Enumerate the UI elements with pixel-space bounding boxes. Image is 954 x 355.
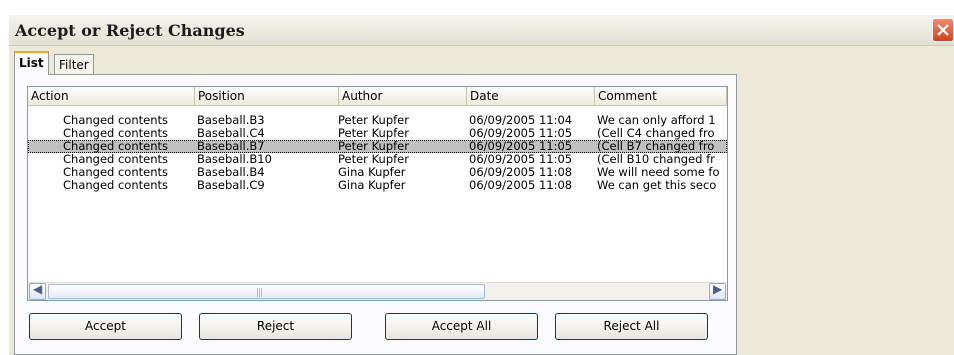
horizontal-scrollbar[interactable]: ◀ ||| ▶ xyxy=(28,282,727,300)
cell-comment: (Cell C4 changed fro xyxy=(597,127,715,140)
cell-comment: (Cell B10 changed fr xyxy=(597,153,715,166)
table-row[interactable]: Changed contents Baseball.C9 Gina Kupfer 06… xyxy=(28,179,727,192)
cell-action: Changed contents xyxy=(63,179,169,192)
reject-all-button[interactable]: Reject All xyxy=(555,313,708,340)
cell-comment: (Cell B7 changed fro xyxy=(597,140,715,153)
cell-author: Gina Kupfer xyxy=(338,179,406,192)
cell-comment: We can get this seco xyxy=(597,179,717,192)
table-row[interactable]: Changed contents Baseball.B10 Peter Kupfer… xyxy=(28,153,727,166)
scroll-grip-icon: ||| xyxy=(256,288,263,298)
cell-date: 06/09/2005 11:08 xyxy=(469,166,573,179)
cell-position: Baseball.B7 xyxy=(197,140,265,153)
table-row[interactable]: Changed contents Baseball.B3 Peter Kupfer 0… xyxy=(28,114,727,127)
cell-action: Changed contents xyxy=(63,153,169,166)
cell-action: Changed contents xyxy=(63,166,169,179)
accept-all-button[interactable]: Accept All xyxy=(385,313,538,340)
dialog-title: Accept or Reject Changes xyxy=(15,21,245,40)
cell-date: 06/09/2005 11:05 xyxy=(469,127,573,140)
cell-position: Baseball.C4 xyxy=(197,127,265,140)
cell-date: 06/09/2005 11:05 xyxy=(469,140,573,153)
cell-author: Gina Kupfer xyxy=(338,166,406,179)
table-row[interactable]: Changed contents Baseball.B7 Peter Kupfer 0… xyxy=(28,140,727,153)
cell-action: Changed contents xyxy=(63,140,169,153)
column-header-comment[interactable]: Comment xyxy=(595,87,727,106)
scroll-left-button[interactable]: ◀ xyxy=(29,282,46,300)
cell-author: Peter Kupfer xyxy=(338,140,409,153)
column-header-action[interactable]: Action xyxy=(28,87,195,106)
close-button[interactable] xyxy=(932,18,954,42)
column-header-author[interactable]: Author xyxy=(339,87,467,106)
desktop-left xyxy=(0,14,9,355)
cell-date: 06/09/2005 11:05 xyxy=(469,153,573,166)
table-row[interactable]: Changed contents Baseball.B4 Gina Kupfer 06… xyxy=(28,166,727,179)
cell-author: Peter Kupfer xyxy=(338,153,409,166)
cell-author: Peter Kupfer xyxy=(338,127,409,140)
column-header-position[interactable]: Position xyxy=(195,87,339,106)
title-bar[interactable]: Accept or Reject Changes xyxy=(9,14,954,46)
table-row[interactable]: Changed contents Baseball.C4 Peter Kupfer 0… xyxy=(28,127,727,140)
cell-date: 06/09/2005 11:08 xyxy=(469,179,573,192)
cell-comment: We will need some fo xyxy=(597,166,720,179)
scroll-right-button[interactable]: ▶ xyxy=(709,282,726,300)
changes-list[interactable]: Action Position Author Date Comment Chan… xyxy=(27,86,728,301)
cell-position: Baseball.B4 xyxy=(197,166,265,179)
cell-date: 06/09/2005 11:04 xyxy=(469,114,573,127)
desktop-top xyxy=(0,0,954,14)
reject-button[interactable]: Reject xyxy=(199,313,352,340)
cell-action: Changed contents xyxy=(63,114,169,127)
cell-author: Peter Kupfer xyxy=(338,114,409,127)
arrow-left-icon: ◀ xyxy=(33,282,43,296)
cell-action: Changed contents xyxy=(63,127,169,140)
close-icon xyxy=(937,24,949,36)
cell-position: Baseball.C9 xyxy=(197,179,265,192)
arrow-right-icon: ▶ xyxy=(713,282,723,296)
column-header-date[interactable]: Date xyxy=(467,87,595,106)
tab-filter[interactable]: Filter xyxy=(54,54,94,74)
scroll-thumb[interactable]: ||| xyxy=(48,284,485,299)
tab-list[interactable]: List xyxy=(14,51,49,75)
cell-position: Baseball.B3 xyxy=(197,114,265,127)
cell-comment: We can only afford 1 xyxy=(597,114,716,127)
accept-button[interactable]: Accept xyxy=(29,313,182,340)
cell-position: Baseball.B10 xyxy=(197,153,272,166)
